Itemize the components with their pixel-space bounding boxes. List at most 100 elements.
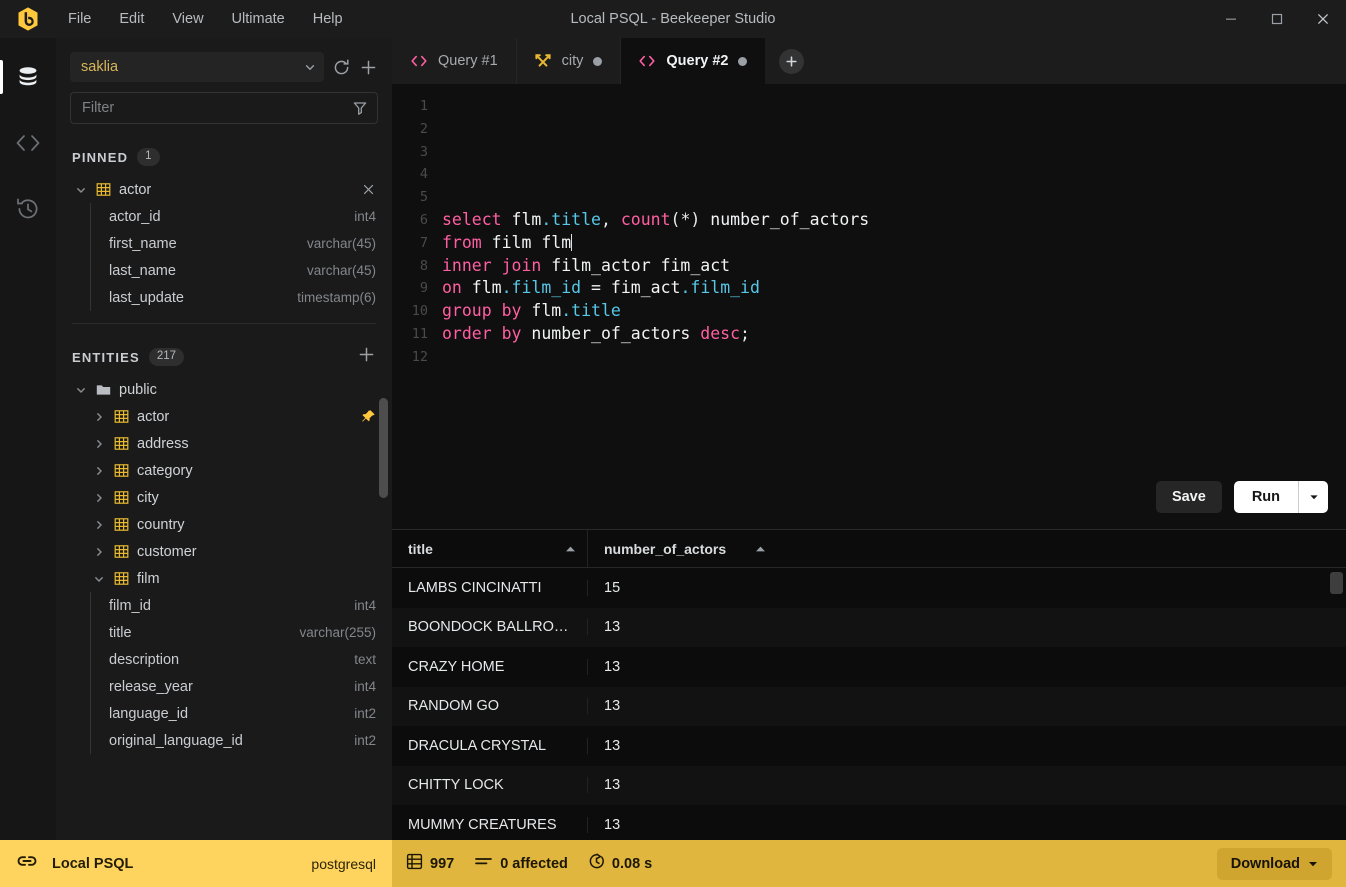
chevron-down-icon xyxy=(1308,491,1320,503)
cell-number-of-actors[interactable]: 15 xyxy=(588,580,778,596)
status-elapsed: 0.08 s xyxy=(588,853,652,874)
tree-table-country[interactable]: country xyxy=(74,511,392,538)
unsaved-indicator-dot[interactable] xyxy=(738,57,747,66)
tab-city[interactable]: city xyxy=(516,38,621,84)
column-row[interactable]: original_language_id int2 xyxy=(91,727,392,754)
column-row[interactable]: title varchar(255) xyxy=(91,619,392,646)
pinned-table-actor[interactable]: actor xyxy=(56,176,392,203)
column-row[interactable]: first_name varchar(45) xyxy=(91,230,392,257)
cell-number-of-actors[interactable]: 13 xyxy=(588,777,778,793)
results-column-header-number-of-actors[interactable]: number_of_actors xyxy=(588,530,778,567)
tree-schema-public[interactable]: public xyxy=(56,376,392,403)
cell-number-of-actors[interactable]: 13 xyxy=(588,619,778,635)
results-scrollbar[interactable] xyxy=(1330,572,1343,594)
sidebar: saklia xyxy=(56,38,392,840)
run-options-button[interactable] xyxy=(1298,481,1328,513)
add-entity-button[interactable] xyxy=(357,345,376,369)
run-button[interactable]: Run xyxy=(1234,481,1298,513)
column-row[interactable]: description text xyxy=(91,646,392,673)
table-row[interactable]: CRAZY HOME13 xyxy=(392,647,1346,687)
filter-input[interactable] xyxy=(82,100,352,116)
code-token: .title xyxy=(561,301,621,320)
new-tab-button[interactable] xyxy=(765,38,818,84)
unsaved-indicator-dot[interactable] xyxy=(593,57,602,66)
column-row[interactable]: last_name varchar(45) xyxy=(91,257,392,284)
cell-title[interactable]: CRAZY HOME xyxy=(392,659,588,675)
cell-number-of-actors[interactable]: 13 xyxy=(588,659,778,675)
download-button[interactable]: Download xyxy=(1217,848,1332,880)
status-connection[interactable]: Local PSQL postgresql xyxy=(0,840,392,887)
app-window: File Edit View Ultimate Help Local PSQL … xyxy=(0,0,1346,887)
close-button[interactable] xyxy=(1300,0,1346,38)
cell-title[interactable]: DRACULA CRYSTAL xyxy=(392,738,588,754)
column-row[interactable]: last_update timestamp(6) xyxy=(91,284,392,311)
download-button-label: Download xyxy=(1231,856,1300,872)
table-row[interactable]: DRACULA CRYSTAL13 xyxy=(392,726,1346,766)
table-row[interactable]: MUMMY CREATURES13 xyxy=(392,805,1346,840)
icon-rail xyxy=(0,38,56,840)
save-button[interactable]: Save xyxy=(1156,481,1222,513)
code-token: from xyxy=(442,233,482,252)
column-row[interactable]: film_id int4 xyxy=(91,592,392,619)
column-row[interactable]: actor_id int4 xyxy=(91,203,392,230)
tree-table-actor[interactable]: actor xyxy=(74,403,392,430)
status-row-count-value: 997 xyxy=(430,856,454,872)
cell-title[interactable]: BOONDOCK BALLROOM xyxy=(392,619,588,635)
rows-icon xyxy=(406,853,423,874)
code-line: order by number_of_actors desc; xyxy=(442,323,1346,346)
tree-table-customer[interactable]: customer xyxy=(74,538,392,565)
tree-table-category[interactable]: category xyxy=(74,457,392,484)
column-row[interactable]: release_year int4 xyxy=(91,673,392,700)
tree-table-address[interactable]: address xyxy=(74,430,392,457)
maximize-button[interactable] xyxy=(1254,0,1300,38)
line-number: 5 xyxy=(392,186,428,209)
table-row[interactable]: BOONDOCK BALLROOM13 xyxy=(392,608,1346,648)
pinned-count: 1 xyxy=(137,148,159,165)
cell-number-of-actors[interactable]: 13 xyxy=(588,817,778,833)
sidebar-divider xyxy=(72,323,376,324)
sql-editor-pane[interactable]: 1 2 3 4 5 6 7 8 9 10 11 12 select flm.ti… xyxy=(392,84,1346,529)
refresh-button[interactable] xyxy=(332,58,351,77)
rail-item-database[interactable] xyxy=(0,52,56,102)
pinned-section: PINNED 1 actor xyxy=(56,124,392,323)
text-cursor xyxy=(571,234,572,251)
menu-item-ultimate[interactable]: Ultimate xyxy=(220,7,297,31)
filter-box[interactable] xyxy=(70,92,378,124)
line-number: 10 xyxy=(392,300,428,323)
rail-item-history[interactable] xyxy=(0,184,56,234)
tree-table-label: film xyxy=(137,571,160,587)
cell-title[interactable]: LAMBS CINCINATTI xyxy=(392,580,588,596)
chevron-down-icon xyxy=(304,61,316,73)
cell-title[interactable]: RANDOM GO xyxy=(392,698,588,714)
code-line: inner join film_actor fim_act xyxy=(442,255,1346,278)
menu-item-help[interactable]: Help xyxy=(301,7,355,31)
cell-title[interactable]: CHITTY LOCK xyxy=(392,777,588,793)
menu-item-file[interactable]: File xyxy=(56,7,103,31)
cell-number-of-actors[interactable]: 13 xyxy=(588,698,778,714)
table-row[interactable]: RANDOM GO13 xyxy=(392,687,1346,727)
sort-asc-icon xyxy=(743,545,766,553)
menu-item-edit[interactable]: Edit xyxy=(107,7,156,31)
database-select[interactable]: saklia xyxy=(70,52,324,82)
cell-number-of-actors[interactable]: 13 xyxy=(588,738,778,754)
column-name: release_year xyxy=(109,679,344,695)
app-logo xyxy=(0,6,56,32)
rail-item-query[interactable] xyxy=(0,118,56,168)
menu-item-view[interactable]: View xyxy=(160,7,215,31)
cell-title[interactable]: MUMMY CREATURES xyxy=(392,817,588,833)
column-name: film_id xyxy=(109,598,344,614)
unpin-button[interactable] xyxy=(361,182,376,197)
add-connection-button[interactable] xyxy=(359,58,378,77)
tree-table-film[interactable]: film xyxy=(74,565,392,592)
tree-table-city[interactable]: city xyxy=(74,484,392,511)
column-name: last_name xyxy=(109,263,297,279)
tab-query-2[interactable]: Query #2 xyxy=(620,38,765,84)
table-row[interactable]: CHITTY LOCK13 xyxy=(392,766,1346,806)
results-column-header-title[interactable]: title xyxy=(392,530,588,567)
pin-icon[interactable] xyxy=(361,409,376,424)
sql-code[interactable]: select flm.title, count(*) number_of_act… xyxy=(428,84,1346,529)
minimize-button[interactable] xyxy=(1208,0,1254,38)
table-row[interactable]: LAMBS CINCINATTI15 xyxy=(392,568,1346,608)
tab-query-1[interactable]: Query #1 xyxy=(392,38,516,84)
column-row[interactable]: language_id int2 xyxy=(91,700,392,727)
